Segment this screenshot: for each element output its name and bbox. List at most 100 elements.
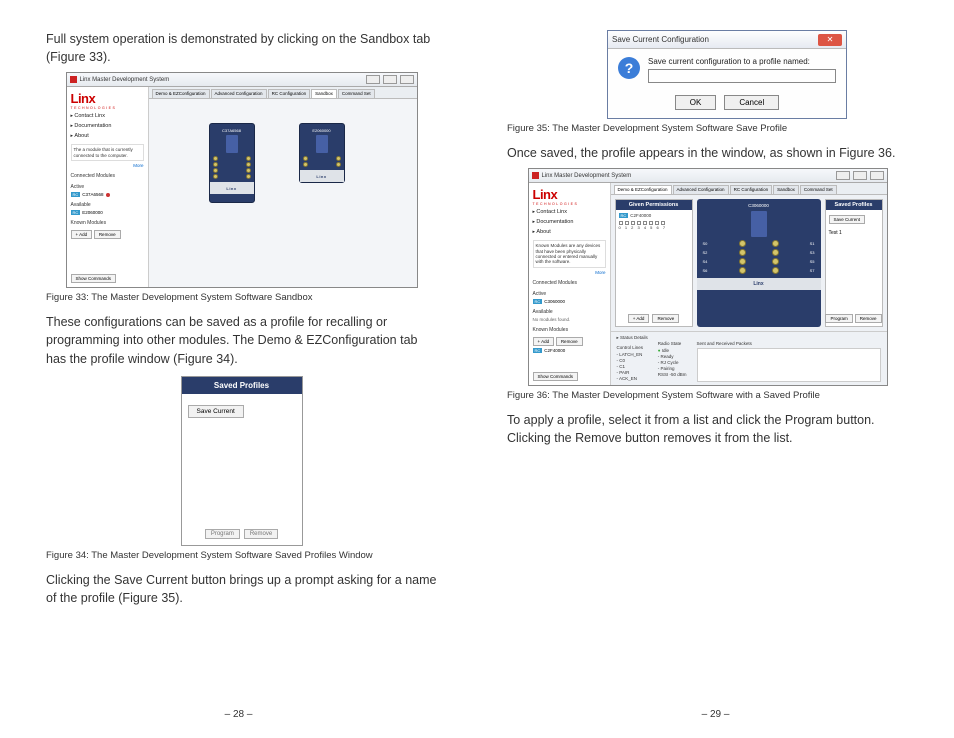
program-button[interactable]: Program — [205, 529, 240, 539]
tab-advanced[interactable]: Advanced Configuration — [673, 185, 729, 194]
close-icon[interactable]: ✕ — [818, 34, 842, 46]
dialog-titlebar: Save Current Configuration ✕ — [608, 31, 846, 49]
label-available: Available — [71, 202, 144, 208]
remove-button[interactable]: Remove — [556, 337, 583, 346]
status-item: PAIR — [617, 370, 648, 375]
module-available[interactable]: RCE2060000 — [71, 210, 144, 215]
status-dot-icon — [106, 193, 110, 197]
saved-profiles-panel: Saved Profiles Save Current Test 1 Progr… — [825, 199, 883, 327]
tab-rc[interactable]: RC Configuration — [268, 89, 311, 98]
save-current-button[interactable]: Save Current — [188, 405, 244, 418]
program-button[interactable]: Program — [825, 314, 852, 323]
module-active[interactable]: RCC3060000 — [533, 299, 606, 304]
led-icon[interactable] — [336, 162, 341, 167]
nav-documentation[interactable]: Documentation — [71, 122, 144, 130]
led-icon[interactable] — [303, 156, 308, 161]
more-link[interactable]: More — [533, 270, 606, 275]
led-icon[interactable] — [246, 162, 251, 167]
chip-icon — [226, 135, 238, 153]
led-icon[interactable] — [772, 267, 779, 274]
para-profile-intro: These configurations can be saved as a p… — [46, 313, 437, 367]
module-id: C3060000 — [701, 203, 817, 208]
module-device-1[interactable]: C37A6568 Linx — [209, 123, 255, 203]
led-icon[interactable] — [772, 240, 779, 247]
save-current-button[interactable]: Save Current — [829, 215, 866, 224]
led-icon[interactable] — [336, 156, 341, 161]
add-button[interactable]: + Add — [533, 337, 555, 346]
led-icon[interactable] — [739, 249, 746, 256]
label-known: Known Modules — [533, 327, 606, 333]
remove-button[interactable]: Remove — [244, 529, 278, 539]
profile-item[interactable]: Test 1 — [829, 230, 879, 236]
led-icon[interactable] — [213, 156, 218, 161]
caption-fig33: Figure 33: The Master Development System… — [46, 292, 437, 303]
led-icon[interactable] — [246, 168, 251, 173]
tab-command-set[interactable]: Command Set — [800, 185, 837, 194]
led-icon[interactable] — [303, 162, 308, 167]
tab-rc[interactable]: RC Configuration — [730, 185, 773, 194]
nav-contact[interactable]: Contact Linx — [533, 208, 606, 216]
add-button[interactable]: + Add — [628, 314, 650, 323]
module-device-2[interactable]: E2060000 Linx — [299, 123, 345, 183]
led-icon[interactable] — [246, 174, 251, 179]
remove-button[interactable]: Remove — [652, 314, 679, 323]
remove-button[interactable]: Remove — [855, 314, 882, 323]
led-icon[interactable] — [739, 258, 746, 265]
chip-icon — [751, 211, 767, 237]
more-link[interactable]: More — [71, 163, 144, 168]
show-commands-button[interactable]: Show Commands — [533, 372, 579, 381]
control-lines-header: Control Lines — [617, 345, 648, 350]
tab-bar: Demo & EZConfiguration Advanced Configur… — [611, 183, 887, 195]
maximize-button[interactable] — [383, 75, 397, 84]
show-commands-button[interactable]: Show Commands — [71, 274, 117, 283]
module-id: E2060000 — [303, 128, 341, 133]
led-icon[interactable] — [213, 168, 218, 173]
tab-sandbox[interactable]: Sandbox — [773, 185, 799, 194]
para-after-save: Once saved, the profile appears in the w… — [507, 144, 908, 162]
tab-advanced[interactable]: Advanced Configuration — [211, 89, 267, 98]
led-icon[interactable] — [213, 174, 218, 179]
window-title: Linx Master Development System — [80, 77, 363, 83]
known-module[interactable]: RCC2F40000 — [533, 348, 606, 353]
nav-contact[interactable]: Contact Linx — [71, 112, 144, 120]
led-icon[interactable] — [772, 258, 779, 265]
profile-name-input[interactable] — [648, 69, 836, 83]
minimize-button[interactable] — [836, 171, 850, 180]
permission-module[interactable]: RCC2F40000 — [619, 213, 689, 218]
sandbox-canvas[interactable]: C37A6568 Linx E2060000 Linx — [149, 99, 417, 287]
tab-demo-ez[interactable]: Demo & EZConfiguration — [614, 185, 672, 194]
nav-about[interactable]: About — [533, 228, 606, 236]
close-button[interactable] — [400, 75, 414, 84]
status-item: Idle — [658, 348, 687, 353]
tab-demo-ez[interactable]: Demo & EZConfiguration — [152, 89, 210, 98]
add-button[interactable]: + Add — [71, 230, 93, 239]
ok-button[interactable]: OK — [675, 95, 717, 110]
panel-heading: Saved Profiles — [826, 200, 882, 210]
label-active: Active — [533, 291, 606, 297]
packets-log[interactable] — [697, 348, 881, 382]
no-modules-text: No modules found. — [533, 317, 606, 322]
window-title: Linx Master Development System — [542, 173, 833, 179]
status-item: C0 — [617, 358, 648, 363]
tab-sandbox[interactable]: Sandbox — [311, 89, 337, 98]
maximize-button[interactable] — [853, 171, 867, 180]
figure-36-window: Linx Master Development System LinxTECHN… — [528, 168, 888, 386]
label-connected: Connected Modules — [71, 173, 144, 179]
packets-header: Sent and Received Packets — [697, 341, 881, 346]
tab-command-set[interactable]: Command Set — [338, 89, 375, 98]
led-icon[interactable] — [739, 267, 746, 274]
module-active[interactable]: RCC37A6568 — [71, 192, 144, 197]
led-icon[interactable] — [246, 156, 251, 161]
led-icon[interactable] — [213, 162, 218, 167]
status-details-header[interactable]: ▸ Status Details — [617, 335, 648, 341]
minimize-button[interactable] — [366, 75, 380, 84]
app-icon — [70, 76, 77, 83]
app-icon — [532, 172, 539, 179]
cancel-button[interactable]: Cancel — [724, 95, 779, 110]
nav-about[interactable]: About — [71, 132, 144, 140]
led-icon[interactable] — [772, 249, 779, 256]
remove-button[interactable]: Remove — [94, 230, 121, 239]
led-icon[interactable] — [739, 240, 746, 247]
close-button[interactable] — [870, 171, 884, 180]
nav-documentation[interactable]: Documentation — [533, 218, 606, 226]
